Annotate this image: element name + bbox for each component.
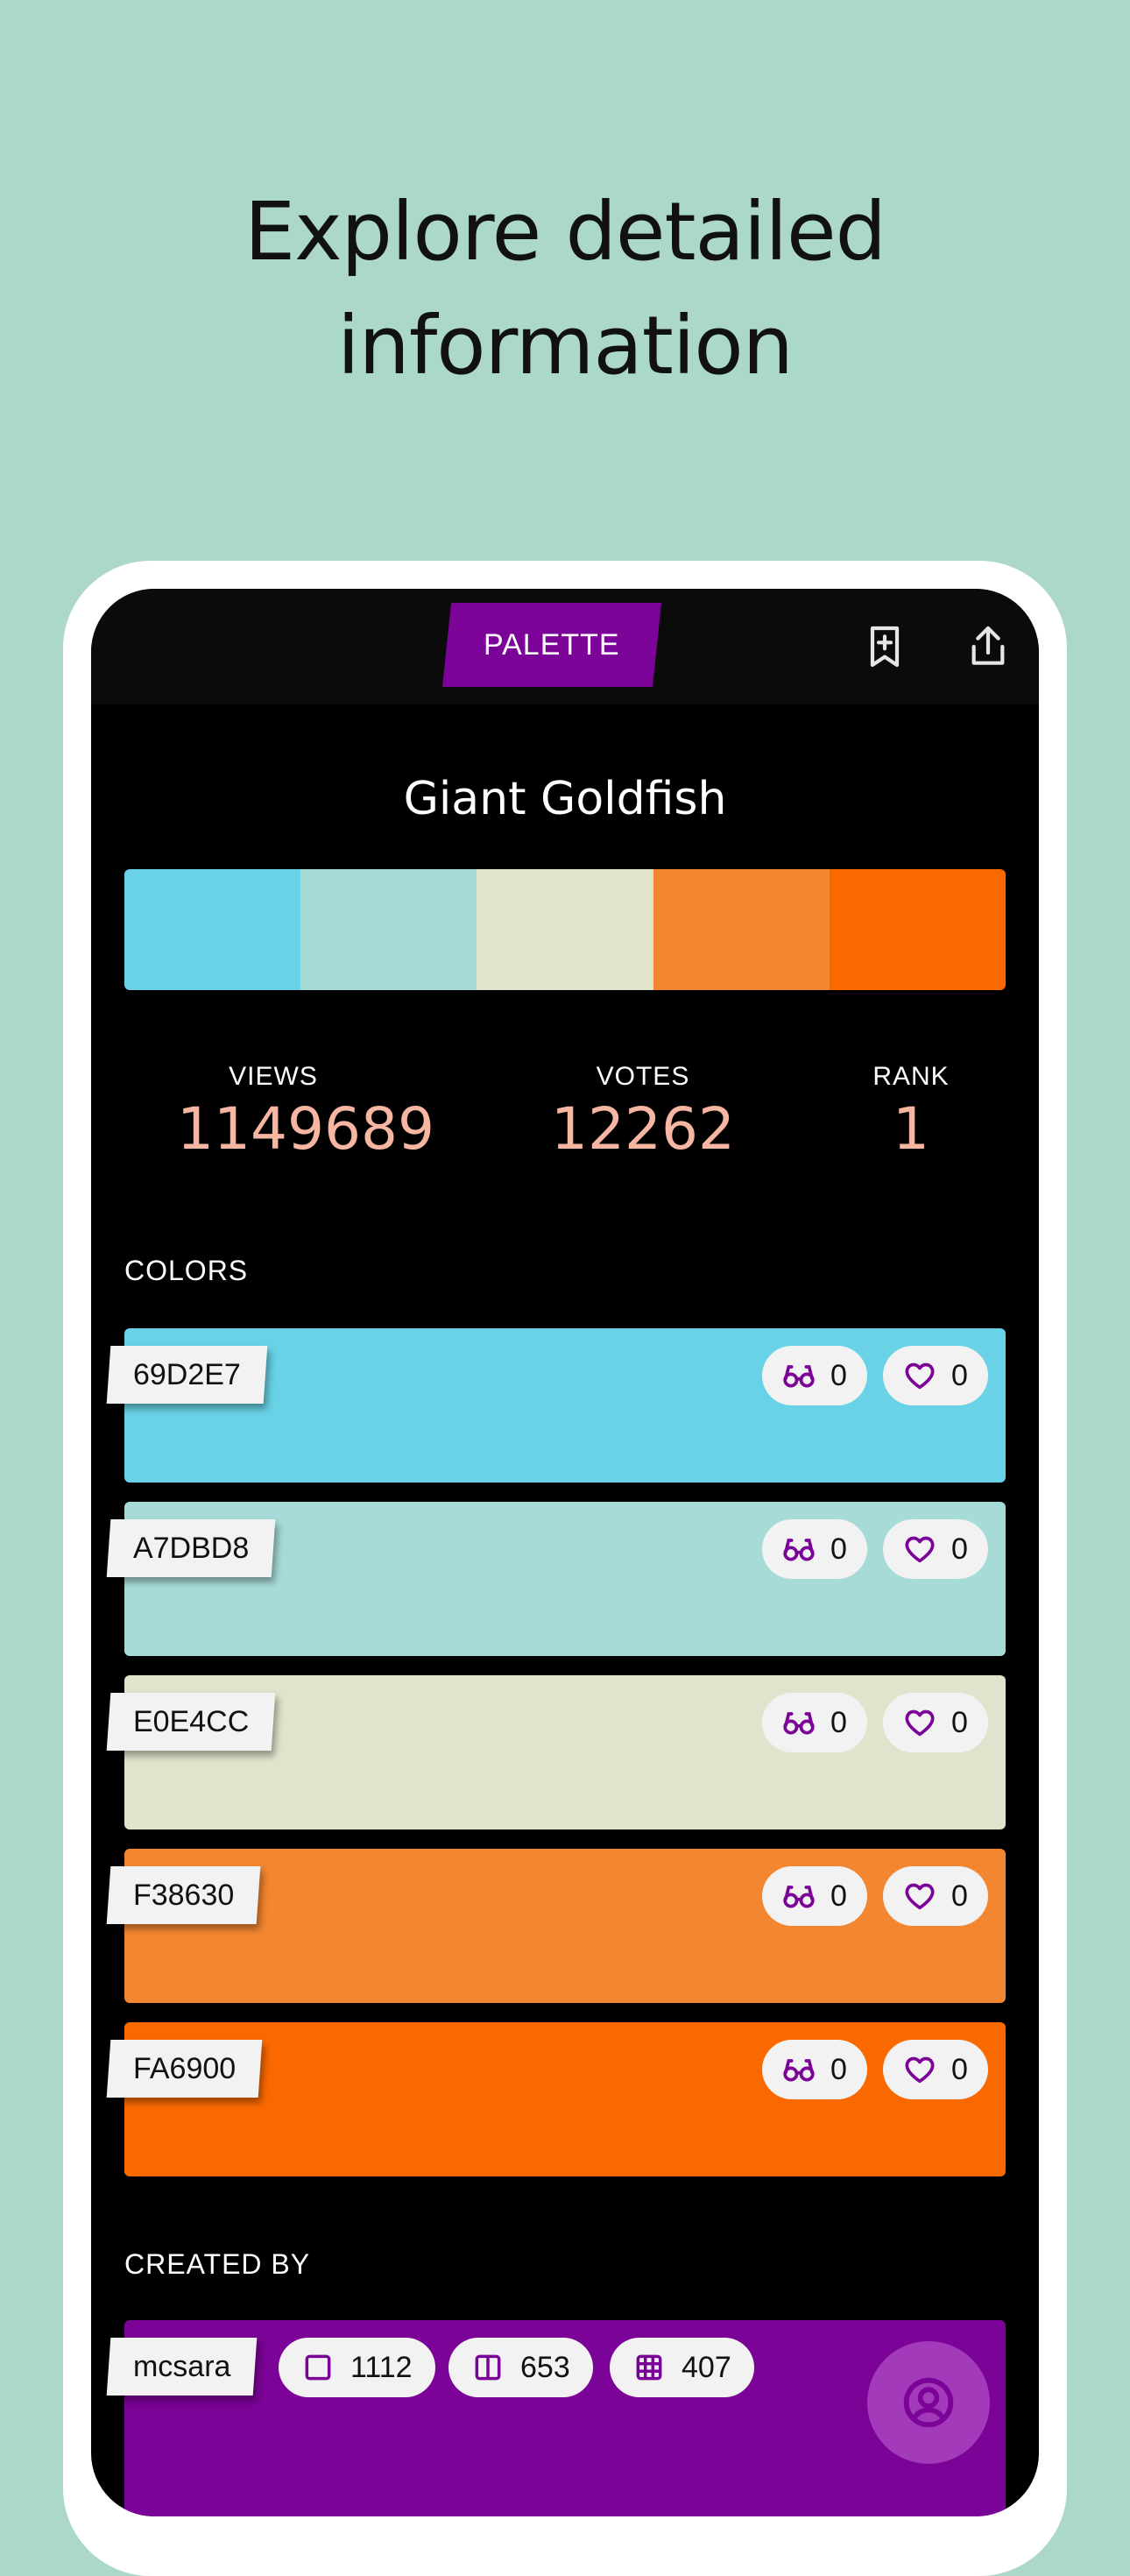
like-pill[interactable]: 0 (883, 1346, 988, 1405)
creator-colors-count: 1112 (350, 2350, 413, 2384)
like-pill[interactable]: 0 (883, 2040, 988, 2099)
likes-count: 0 (951, 2052, 968, 2086)
profile-fab[interactable] (867, 2341, 990, 2464)
creator-palettes-count: 653 (520, 2350, 570, 2384)
color-row[interactable]: 69D2E7 0 0 (106, 1328, 1006, 1483)
stat-votes-label: VOTES (596, 1062, 690, 1091)
color-row[interactable]: A7DBD8 0 0 (106, 1502, 1006, 1656)
user-circle-icon (903, 2377, 954, 2428)
views-count: 0 (830, 2052, 847, 2086)
headline-line-1: Explore detailed (244, 185, 886, 279)
creator-colors-pill[interactable]: 1112 (279, 2338, 435, 2397)
likes-count: 0 (951, 1879, 968, 1913)
views-count: 0 (830, 1879, 847, 1913)
swatch (300, 869, 477, 990)
swatch (829, 869, 1006, 990)
stat-views-label: VIEWS (229, 1062, 318, 1091)
hex-tag[interactable]: A7DBD8 (106, 1519, 276, 1577)
color-row[interactable]: F38630 0 0 (106, 1849, 1006, 2003)
creator-palettes-pill[interactable]: 653 (448, 2338, 593, 2397)
hex-tag[interactable]: FA6900 (106, 2040, 263, 2098)
split-square-icon (475, 2354, 501, 2381)
colors-section-label: COLORS (124, 1255, 249, 1286)
creator-username-tag[interactable]: mcsara (106, 2338, 258, 2396)
views-count: 0 (830, 1532, 847, 1566)
stat-rank-value: 1 (893, 1095, 929, 1163)
top-bar: PALETTE (91, 589, 1039, 704)
stat-views-value: 1149689 (177, 1095, 434, 1163)
stat-views: VIEWS 1149689 (177, 1062, 434, 1163)
heart-icon (905, 1536, 935, 1563)
app-screen: PALETTE Giant Goldfish VIEWS 1149689 VOT… (91, 589, 1039, 2516)
stat-rank: RANK 1 (841, 1062, 981, 1163)
tab-palette-label: PALETTE (484, 627, 620, 662)
color-row[interactable]: FA6900 0 0 (106, 2022, 1006, 2176)
palette-title: Giant Goldfish (403, 773, 727, 825)
likes-count: 0 (951, 1705, 968, 1739)
views-pill[interactable]: 0 (762, 1693, 867, 1752)
stat-votes: VOTES 12262 (547, 1062, 739, 1163)
glasses-icon (783, 1886, 815, 1908)
likes-count: 0 (951, 1532, 968, 1566)
views-count: 0 (830, 1358, 847, 1392)
color-row[interactable]: E0E4CC 0 0 (106, 1675, 1006, 1829)
creator-patterns-count: 407 (682, 2350, 731, 2384)
heart-icon (905, 1362, 935, 1390)
hex-tag[interactable]: E0E4CC (106, 1693, 276, 1751)
heart-icon (905, 1709, 935, 1737)
like-pill[interactable]: 0 (883, 1693, 988, 1752)
headline-line-2: information (337, 299, 794, 393)
glasses-icon (783, 2059, 815, 2082)
like-pill[interactable]: 0 (883, 1519, 988, 1579)
stat-rank-label: RANK (872, 1062, 950, 1091)
glasses-icon (783, 1365, 815, 1388)
stat-votes-value: 12262 (551, 1095, 735, 1163)
glasses-icon (783, 1539, 815, 1561)
views-pill[interactable]: 0 (762, 1346, 867, 1405)
creator-patterns-pill[interactable]: 407 (610, 2338, 754, 2397)
grid-icon (636, 2354, 662, 2381)
views-pill[interactable]: 0 (762, 1519, 867, 1579)
square-icon (305, 2354, 331, 2381)
like-pill[interactable]: 0 (883, 1866, 988, 1926)
share-icon[interactable] (955, 613, 1021, 680)
bookmark-add-icon[interactable] (851, 613, 918, 680)
swatch (653, 869, 830, 990)
heart-icon (905, 1883, 935, 1910)
marketing-headline: Explore detailed information (0, 175, 1130, 403)
glasses-icon (783, 1712, 815, 1735)
palette-preview-strip[interactable] (124, 869, 1006, 990)
swatch (477, 869, 653, 990)
likes-count: 0 (951, 1358, 968, 1392)
hex-tag[interactable]: F38630 (106, 1866, 261, 1924)
created-by-label: CREATED BY (124, 2248, 311, 2280)
heart-icon (905, 2056, 935, 2084)
views-pill[interactable]: 0 (762, 2040, 867, 2099)
views-pill[interactable]: 0 (762, 1866, 867, 1926)
views-count: 0 (830, 1705, 847, 1739)
hex-tag[interactable]: 69D2E7 (106, 1346, 268, 1404)
swatch (124, 869, 301, 990)
tab-palette[interactable]: PALETTE (441, 603, 662, 687)
